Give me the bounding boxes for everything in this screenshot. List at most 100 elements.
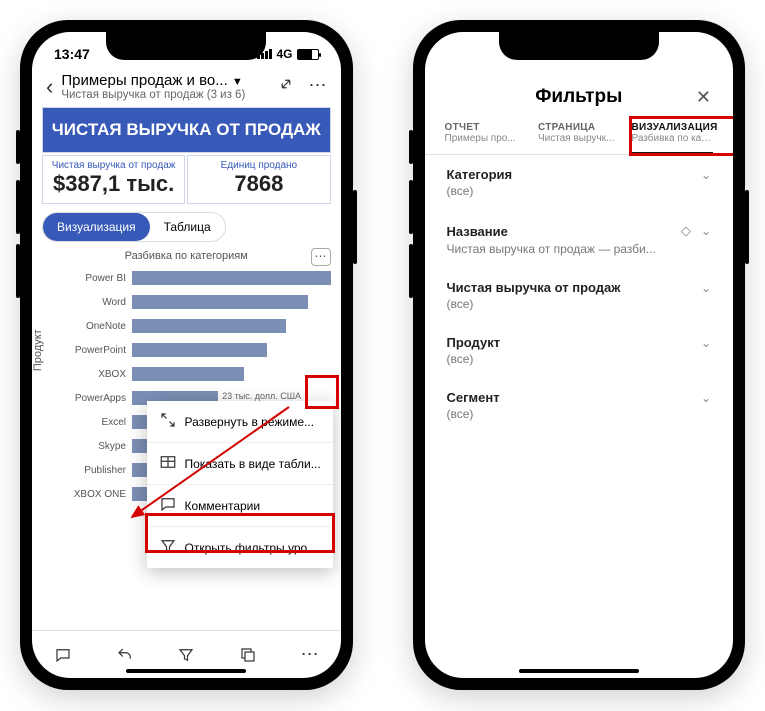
back-icon[interactable]: ‹ bbox=[46, 74, 53, 100]
filter-segment-label: Сегмент bbox=[447, 390, 500, 405]
network-label: 4G bbox=[276, 47, 292, 61]
filter-icon[interactable] bbox=[175, 644, 197, 666]
filter-revenue-label: Чистая выручка от продаж bbox=[447, 280, 621, 295]
phone-left: 13:47 4G ‹ Примеры продаж и во... ▼ Чист… bbox=[20, 20, 353, 690]
kpi-revenue-label: Чистая выручка от продаж bbox=[51, 160, 176, 171]
bar-fill bbox=[132, 343, 267, 357]
filter-category[interactable]: Категория ⌄ (все) bbox=[425, 155, 734, 210]
chevron-down-icon: ⌄ bbox=[701, 168, 711, 182]
bar-fill bbox=[132, 295, 308, 309]
menu-open-filters[interactable]: Открыть фильтры уро... bbox=[147, 527, 333, 568]
chevron-down-icon[interactable]: ▼ bbox=[232, 76, 243, 88]
eraser-icon[interactable]: ◇ bbox=[681, 223, 691, 238]
bar-category: OneNote bbox=[60, 321, 132, 332]
comment-icon bbox=[159, 495, 175, 516]
undo-icon[interactable] bbox=[114, 644, 136, 666]
filter-name-value: Чистая выручка от продаж — разби... bbox=[447, 242, 712, 256]
bar-category: PowerPoint bbox=[60, 345, 132, 356]
expand-icon[interactable] bbox=[277, 75, 295, 98]
more-icon[interactable]: ⋯ bbox=[309, 75, 327, 98]
bar-row: Power BI bbox=[60, 266, 331, 290]
overflow-icon[interactable]: ⋯ bbox=[299, 644, 321, 666]
kpi-revenue: Чистая выручка от продаж $387,1 тыс. bbox=[42, 155, 185, 204]
bar-category: Publisher bbox=[60, 465, 132, 476]
filter-category-value: (все) bbox=[447, 184, 712, 198]
banner-title: ЧИСТАЯ ВЫРУЧКА ОТ ПРОДАЖ bbox=[42, 107, 331, 153]
funnel-icon bbox=[159, 537, 175, 558]
tab-visualization[interactable]: ВИЗУАЛИЗАЦИЯ Разбивка по катег... bbox=[632, 122, 714, 154]
notch bbox=[499, 32, 659, 60]
page-title[interactable]: Примеры продаж и во... bbox=[61, 72, 227, 89]
filter-segment-value: (все) bbox=[447, 407, 712, 421]
filter-product-label: Продукт bbox=[447, 335, 501, 350]
bar-fill bbox=[132, 319, 286, 333]
phone-right: Фильтры ✕ ОТЧЕТ Примеры про... СТРАНИЦА … bbox=[413, 20, 746, 690]
filter-category-label: Категория bbox=[447, 167, 513, 182]
bar-fill bbox=[132, 271, 331, 285]
filter-revenue[interactable]: Чистая выручка от продаж ⌄ (все) bbox=[425, 268, 734, 323]
filter-name[interactable]: Название ◇ ⌄ Чистая выручка от продаж — ра… bbox=[425, 210, 734, 268]
battery-icon bbox=[297, 49, 319, 60]
filter-name-label: Название bbox=[447, 224, 508, 239]
tab-page-sub: Чистая выручк... bbox=[538, 133, 620, 144]
home-indicator bbox=[126, 669, 246, 673]
chevron-down-icon: ⌄ bbox=[701, 336, 711, 350]
bar-fill bbox=[132, 367, 244, 381]
menu-open-filters-label: Открыть фильтры уро... bbox=[185, 541, 318, 555]
tab-page-label: СТРАНИЦА bbox=[538, 122, 620, 133]
bar-category: Power BI bbox=[60, 273, 132, 284]
bar-category: XBOX ONE bbox=[60, 489, 132, 500]
filter-product[interactable]: Продукт ⌄ (все) bbox=[425, 323, 734, 378]
context-menu: Развернуть в режиме... Показать в виде т… bbox=[147, 401, 333, 568]
tab-table[interactable]: Таблица bbox=[150, 213, 225, 241]
bar-category: Word bbox=[60, 297, 132, 308]
tab-visualization-sub: Разбивка по катег... bbox=[632, 133, 714, 144]
status-time: 13:47 bbox=[54, 46, 90, 62]
chevron-down-icon: ⌄ bbox=[701, 391, 711, 405]
menu-show-table-label: Показать в виде табли... bbox=[185, 457, 321, 471]
fullscreen-icon bbox=[159, 411, 175, 432]
bar-value-label: 23 тыс. долл. США bbox=[222, 391, 301, 401]
chevron-down-icon: ⌄ bbox=[701, 224, 711, 238]
y-axis-label: Продукт bbox=[32, 329, 44, 371]
table-icon bbox=[159, 453, 175, 474]
tab-report[interactable]: ОТЧЕТ Примеры про... bbox=[445, 122, 527, 154]
page-subtitle: Чистая выручка от продаж (3 из 6) bbox=[61, 89, 268, 101]
kpi-units-value: 7868 bbox=[196, 171, 321, 197]
nav-bar: ‹ Примеры продаж и во... ▼ Чистая выручк… bbox=[32, 68, 341, 107]
view-toggle: Визуализация Таблица bbox=[42, 212, 226, 242]
chat-icon[interactable] bbox=[52, 644, 74, 666]
bar-category: Excel bbox=[60, 417, 132, 428]
menu-comments[interactable]: Комментарии bbox=[147, 485, 333, 527]
tab-visualization[interactable]: Визуализация bbox=[43, 213, 150, 241]
filters-title: Фильтры bbox=[535, 86, 622, 108]
chart-title: Разбивка по категориям bbox=[125, 250, 248, 262]
close-icon[interactable]: ✕ bbox=[696, 87, 711, 108]
menu-expand-label: Развернуть в режиме... bbox=[185, 415, 315, 429]
tab-page[interactable]: СТРАНИЦА Чистая выручк... bbox=[538, 122, 620, 154]
kpi-units-label: Единиц продано bbox=[196, 160, 321, 171]
copy-icon[interactable] bbox=[237, 644, 259, 666]
filter-segment[interactable]: Сегмент ⌄ (все) bbox=[425, 378, 734, 433]
notch bbox=[106, 32, 266, 60]
menu-comments-label: Комментарии bbox=[185, 499, 261, 513]
tab-report-label: ОТЧЕТ bbox=[445, 122, 527, 133]
bar-row: Word bbox=[60, 290, 331, 314]
chevron-down-icon: ⌄ bbox=[701, 281, 711, 295]
kpi-revenue-value: $387,1 тыс. bbox=[51, 171, 176, 197]
bar-row: OneNote bbox=[60, 314, 331, 338]
tab-report-sub: Примеры про... bbox=[445, 133, 527, 144]
bar-row: PowerPoint bbox=[60, 338, 331, 362]
tab-visualization-label: ВИЗУАЛИЗАЦИЯ bbox=[632, 122, 714, 133]
kpi-units: Единиц продано 7868 bbox=[187, 155, 330, 204]
bar-category: PowerApps bbox=[60, 393, 132, 404]
filter-product-value: (все) bbox=[447, 352, 712, 366]
chart-more-button[interactable]: ⋯ bbox=[311, 248, 331, 266]
bar-row: XBOX bbox=[60, 362, 331, 386]
filter-revenue-value: (все) bbox=[447, 297, 712, 311]
menu-expand[interactable]: Развернуть в режиме... bbox=[147, 401, 333, 443]
home-indicator bbox=[519, 669, 639, 673]
bar-category: Skype bbox=[60, 441, 132, 452]
menu-show-table[interactable]: Показать в виде табли... bbox=[147, 443, 333, 485]
bar-category: XBOX bbox=[60, 369, 132, 380]
